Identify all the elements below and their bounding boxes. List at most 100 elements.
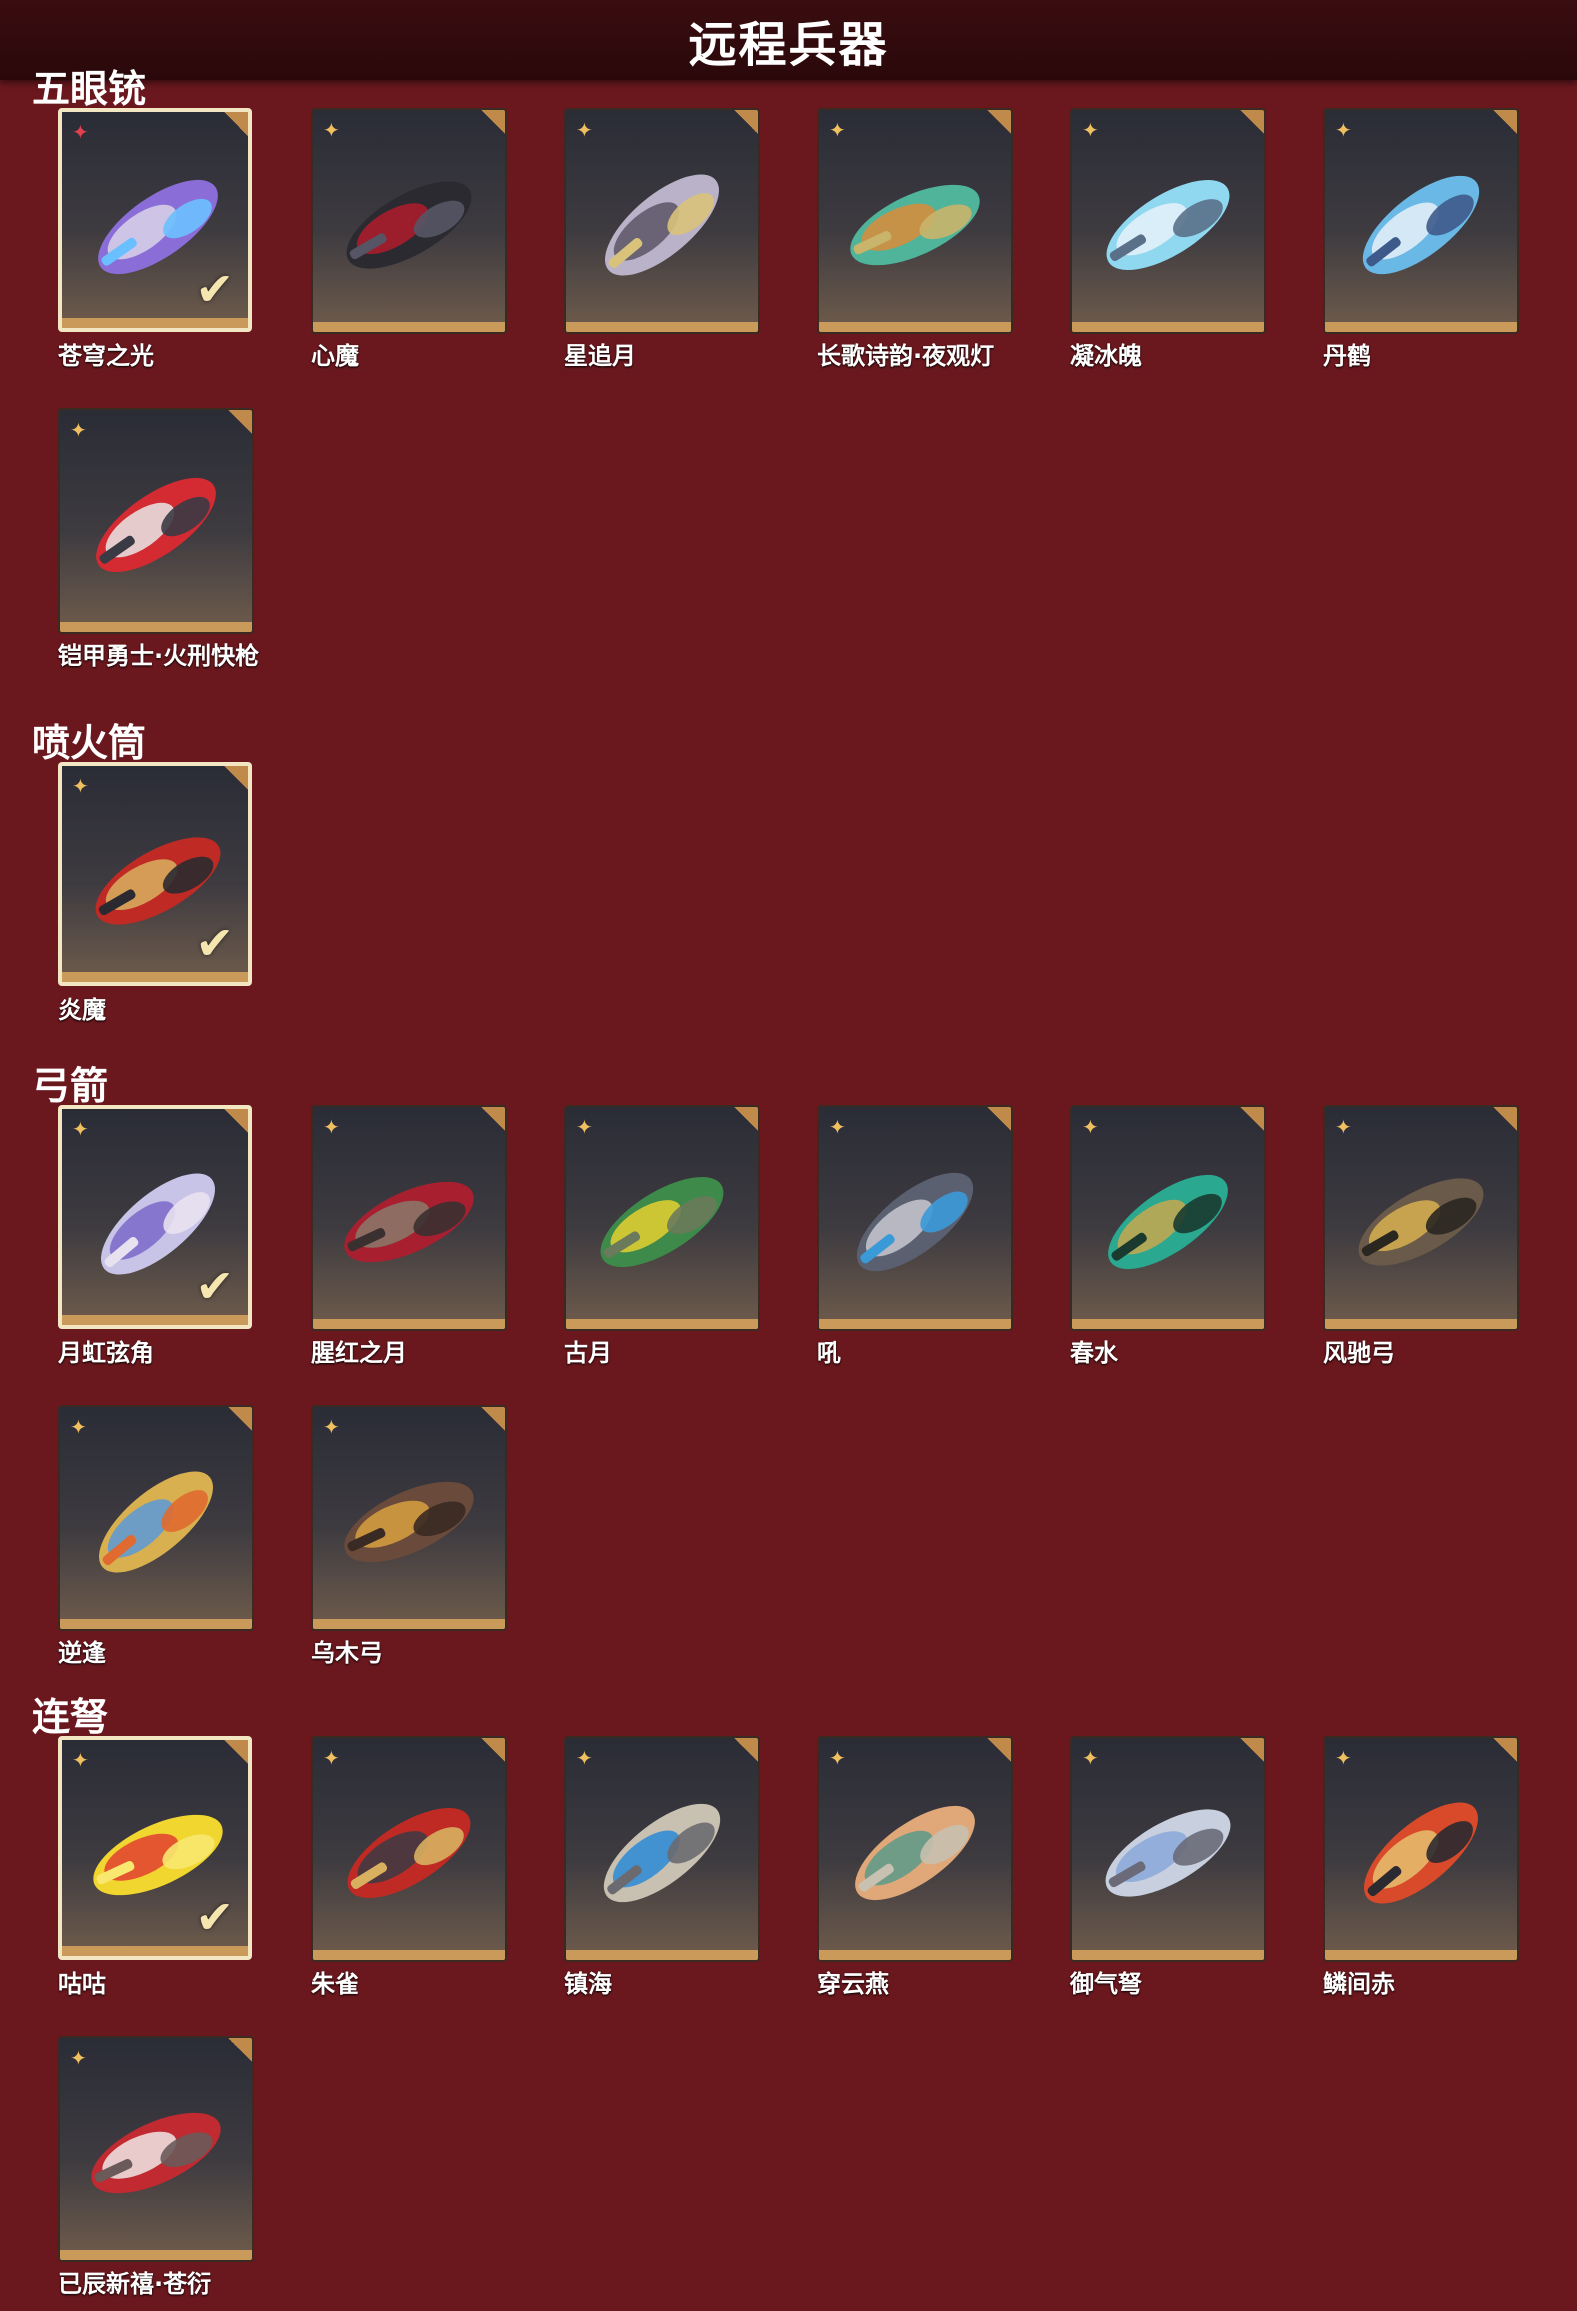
corner-tab-icon: [987, 1738, 1011, 1762]
weapon-item[interactable]: ✦ ✔ 咕咕: [58, 1736, 254, 1998]
star-icon: ✦: [829, 1115, 846, 1139]
weapon-item[interactable]: ✦ 已辰新禧·苍衍: [58, 2036, 254, 2298]
corner-tab-icon: [987, 1107, 1011, 1131]
weapon-card[interactable]: ✦: [1323, 108, 1519, 334]
corner-tab-icon: [1240, 1107, 1264, 1131]
weapon-name: 丹鹤: [1323, 342, 1371, 370]
weapon-name: 鳞间赤: [1323, 1970, 1395, 1998]
weapon-item[interactable]: ✦ 丹鹤: [1323, 108, 1519, 370]
weapon-item[interactable]: ✦ 风驰弓: [1323, 1105, 1519, 1367]
weapon-card[interactable]: ✦: [817, 108, 1013, 334]
weapon-card[interactable]: ✦: [311, 1105, 507, 1331]
weapon-image: [1108, 1174, 1228, 1270]
page-title: 远程兵器: [688, 17, 889, 73]
corner-tab-icon: [987, 110, 1011, 134]
weapon-card[interactable]: ✦: [311, 1736, 507, 1962]
corner-tab-icon: [1240, 1738, 1264, 1762]
star-icon: ✦: [70, 1415, 87, 1439]
weapon-name: 咕咕: [58, 1970, 106, 1998]
weapon-item[interactable]: ✦ ✔ 月虹弦角: [58, 1105, 254, 1367]
weapon-image: [96, 477, 216, 573]
weapon-name: 逆逢: [58, 1639, 106, 1667]
star-icon: ✦: [576, 1746, 593, 1770]
weapon-item[interactable]: ✦ 朱雀: [311, 1736, 507, 1998]
weapon-card[interactable]: ✦: [1070, 1105, 1266, 1331]
weapon-card[interactable]: ✦: [311, 108, 507, 334]
weapon-item[interactable]: ✦ 铠甲勇士·火刑快枪: [58, 408, 259, 670]
star-icon: ✦: [576, 118, 593, 142]
weapon-item[interactable]: ✦ 腥红之月: [311, 1105, 507, 1367]
weapon-card[interactable]: ✦: [58, 408, 254, 634]
weapon-card[interactable]: ✦ ✔: [58, 1105, 252, 1329]
star-icon: ✦: [70, 2046, 87, 2070]
weapon-name: 长歌诗韵·夜观灯: [817, 342, 995, 370]
corner-tab-icon: [224, 112, 248, 136]
corner-tab-icon: [481, 110, 505, 134]
weapon-item[interactable]: ✦ 御气弩: [1070, 1736, 1266, 1998]
section-title: 五眼铳: [32, 67, 147, 111]
weapon-item[interactable]: ✦ 星追月: [564, 108, 760, 370]
weapon-card[interactable]: ✦: [1323, 1105, 1519, 1331]
weapon-card[interactable]: ✦: [564, 1736, 760, 1962]
weapon-card[interactable]: ✦: [817, 1105, 1013, 1331]
weapon-image: [856, 1172, 974, 1272]
weapon-name: 乌木弓: [311, 1639, 383, 1667]
weapon-image: [605, 174, 719, 276]
weapon-item[interactable]: ✦ 吼: [817, 1105, 1013, 1367]
star-icon: ✦: [829, 118, 846, 142]
weapon-card[interactable]: ✦: [311, 1405, 507, 1631]
weapon-item[interactable]: ✦ 穿云燕: [817, 1736, 1013, 1998]
weapon-card[interactable]: ✦: [1070, 108, 1266, 334]
weapon-card[interactable]: ✦: [58, 2036, 254, 2262]
checkmark-icon: ✔: [195, 1259, 234, 1313]
weapon-image: [600, 1177, 724, 1267]
weapon-name: 月虹弦角: [58, 1339, 154, 1367]
section-title: 连弩: [32, 1695, 109, 1739]
weapon-card[interactable]: ✦ ✔: [58, 1736, 252, 1960]
weapon-item[interactable]: ✦ 乌木弓: [311, 1405, 507, 1667]
star-icon: ✦: [323, 1115, 340, 1139]
star-icon: ✦: [829, 1746, 846, 1770]
weapon-item[interactable]: ✦ 镇海: [564, 1736, 760, 1998]
weapon-card[interactable]: ✦: [564, 1105, 760, 1331]
weapon-item[interactable]: ✦ 逆逢: [58, 1405, 254, 1667]
weapon-image: [1106, 180, 1230, 270]
weapon-image: [346, 181, 472, 269]
corner-tab-icon: [1493, 110, 1517, 134]
star-icon: ✦: [1335, 118, 1352, 142]
weapon-item[interactable]: ✦ 鳞间赤: [1323, 1736, 1519, 1998]
weapon-item[interactable]: ✦ 古月: [564, 1105, 760, 1367]
weapon-item[interactable]: ✦ ✔ 苍穹之光: [58, 108, 254, 370]
weapon-name: 已辰新禧·苍衍: [58, 2270, 212, 2298]
weapon-item[interactable]: ✦ 春水: [1070, 1105, 1266, 1367]
section-title: 弓箭: [32, 1064, 109, 1108]
weapon-card[interactable]: ✦ ✔: [58, 108, 252, 332]
weapon-card[interactable]: ✦: [817, 1736, 1013, 1962]
weapon-name: 穿云燕: [817, 1970, 889, 1998]
weapon-name: 星追月: [564, 342, 636, 370]
weapon-image: [855, 1805, 975, 1901]
weapon-item[interactable]: ✦ ✔ 炎魔: [58, 762, 254, 1024]
weapon-item[interactable]: ✦ 长歌诗韵·夜观灯: [817, 108, 1013, 370]
weapon-item[interactable]: ✦ 心魔: [311, 108, 507, 370]
star-icon: ✦: [1335, 1115, 1352, 1139]
corner-tab-icon: [228, 410, 252, 434]
star-icon: ✦: [1082, 118, 1099, 142]
weapon-card[interactable]: ✦: [58, 1405, 254, 1631]
star-icon: ✦: [323, 1746, 340, 1770]
star-icon: ✦: [72, 1117, 89, 1141]
weapon-name: 凝冰魄: [1070, 342, 1142, 370]
checkmark-icon: ✔: [195, 262, 234, 316]
star-icon: ✦: [1082, 1115, 1099, 1139]
weapon-image: [1358, 1178, 1484, 1266]
weapon-name: 腥红之月: [311, 1339, 407, 1367]
weapon-image: [603, 1803, 721, 1903]
weapon-item[interactable]: ✦ 凝冰魄: [1070, 108, 1266, 370]
corner-tab-icon: [734, 110, 758, 134]
weapon-card[interactable]: ✦: [1323, 1736, 1519, 1962]
weapon-name: 御气弩: [1070, 1970, 1142, 1998]
weapon-card[interactable]: ✦ ✔: [58, 762, 252, 986]
weapon-card[interactable]: ✦: [1070, 1736, 1266, 1962]
corner-tab-icon: [481, 1407, 505, 1431]
weapon-card[interactable]: ✦: [564, 108, 760, 334]
